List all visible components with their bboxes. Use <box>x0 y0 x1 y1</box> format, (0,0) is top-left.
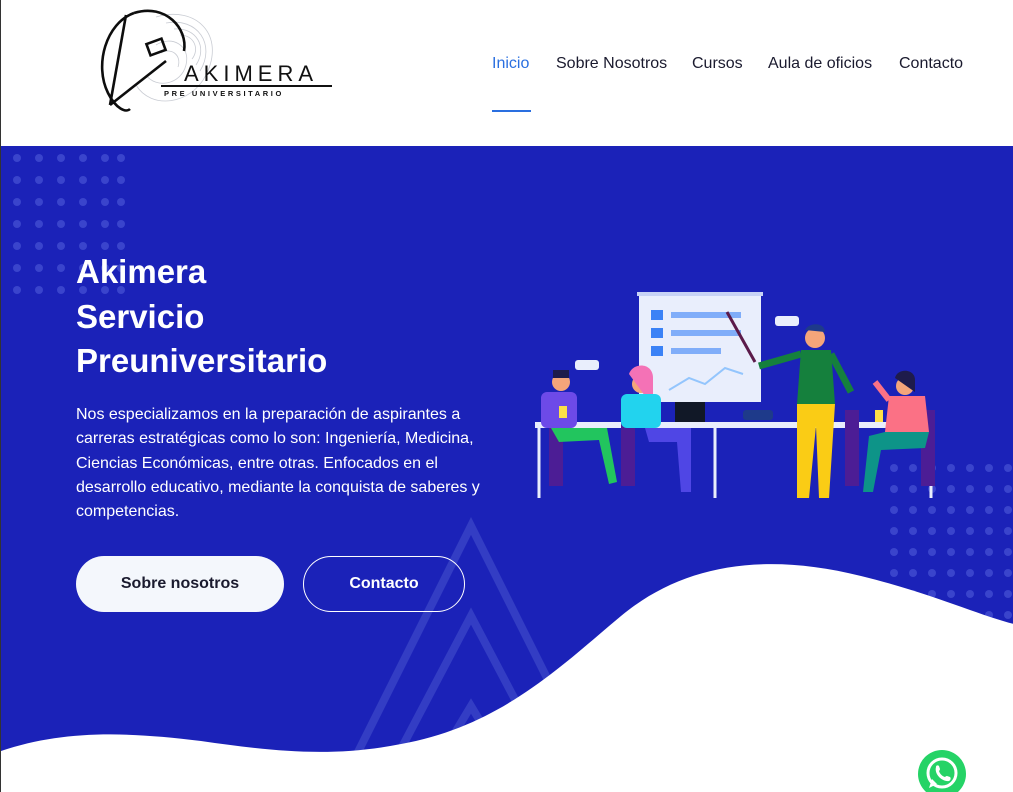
sobre-nosotros-button[interactable]: Sobre nosotros <box>76 556 284 612</box>
brand-tagline: PRE UNIVERSITARIO <box>164 89 284 98</box>
nav-active-underline <box>492 110 531 112</box>
hero-title-line: Akimera <box>76 253 207 290</box>
nav-item-sobre-nosotros[interactable]: Sobre Nosotros <box>556 55 667 73</box>
site-header: AKIMERA PRE UNIVERSITARIO Inicio Sobre N… <box>1 0 1013 146</box>
nav-item-aula-de-oficios[interactable]: Aula de oficios <box>768 55 872 73</box>
hero-description: Nos especializamos en la preparación de … <box>76 406 480 521</box>
hero-title-line: Preuniversitario <box>76 342 328 379</box>
page-frame: AKIMERA PRE UNIVERSITARIO Inicio Sobre N… <box>0 0 1013 792</box>
team-meeting-illustration <box>535 292 935 498</box>
hero-section: Akimera Servicio Preuniversitario Nos es… <box>1 146 1013 792</box>
contacto-button[interactable]: Contacto <box>303 556 465 612</box>
nav-item-cursos[interactable]: Cursos <box>692 55 743 73</box>
main-nav: Inicio Sobre Nosotros Cursos Aula de ofi… <box>1 55 1013 75</box>
whatsapp-icon[interactable] <box>918 750 966 792</box>
hero-title-line: Servicio <box>76 297 205 335</box>
nav-item-contacto[interactable]: Contacto <box>899 55 963 73</box>
hero-title: Akimera Servicio Preuniversitario <box>76 250 327 384</box>
nav-item-inicio[interactable]: Inicio <box>492 55 529 73</box>
